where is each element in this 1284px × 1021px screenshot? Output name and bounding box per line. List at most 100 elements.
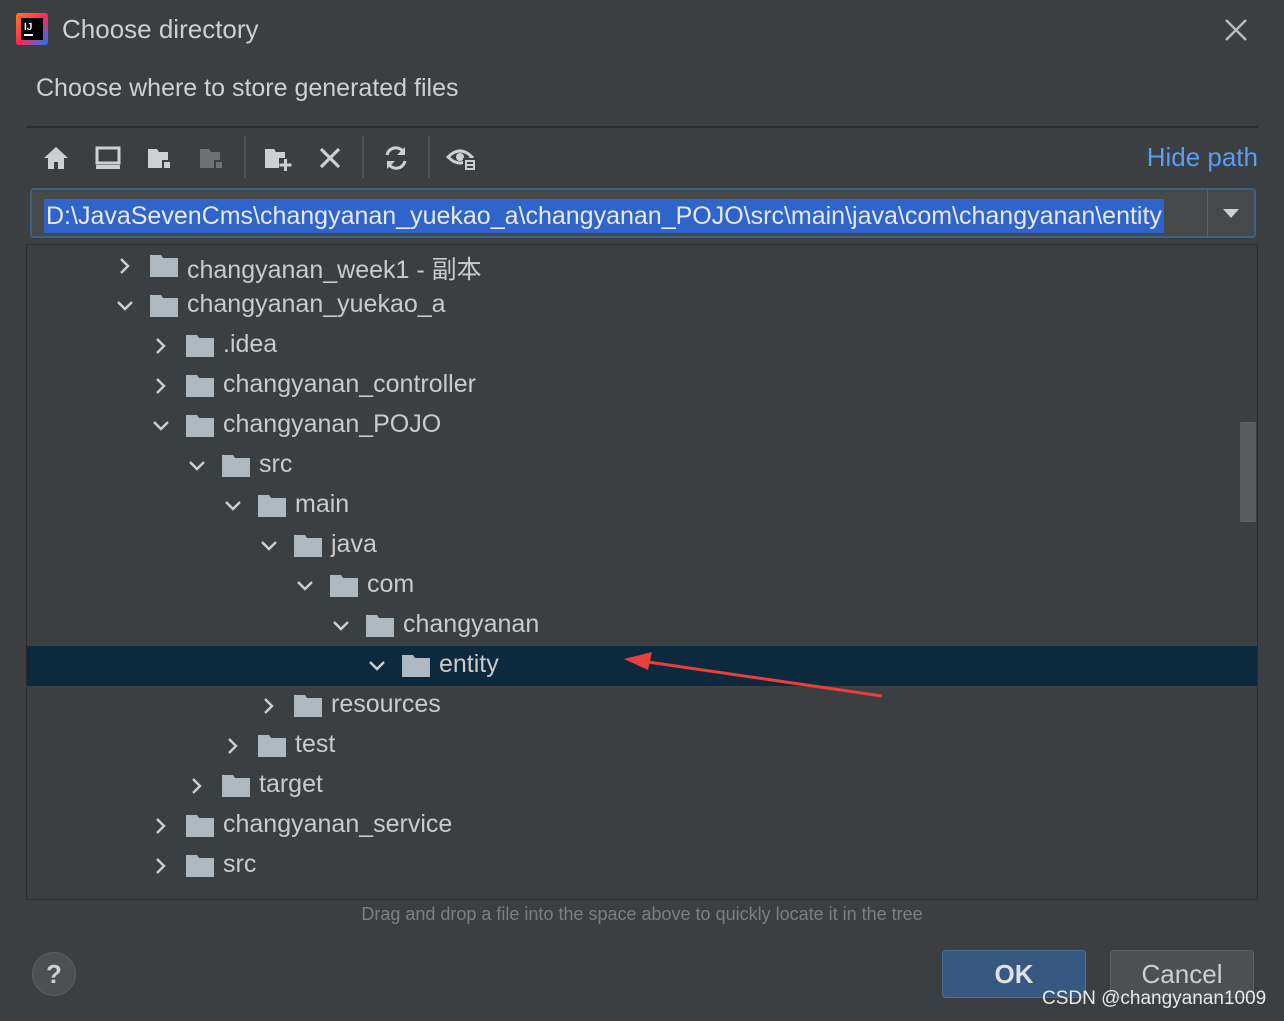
folder-icon (294, 695, 322, 717)
project-folder-button[interactable] (140, 138, 180, 178)
tree-row[interactable]: changyanan (27, 606, 1257, 646)
toolbar: Hide path (26, 132, 1258, 182)
chevron-down-icon[interactable] (331, 616, 351, 636)
hide-path-link[interactable]: Hide path (1147, 142, 1258, 173)
folder-icon (186, 375, 214, 397)
home-icon (44, 147, 68, 169)
drag-drop-hint: Drag and drop a file into the space abov… (361, 904, 923, 924)
chevron-right-icon[interactable] (151, 336, 171, 356)
tree-row-label: src (223, 850, 257, 878)
refresh-icon (385, 146, 407, 170)
tree-row[interactable]: changyanan_service (27, 806, 1257, 846)
tree-row-label: resources (331, 690, 441, 718)
chevron-down-icon[interactable] (223, 496, 243, 516)
delete-button[interactable] (310, 138, 350, 178)
tree-row-label: target (259, 770, 323, 798)
folder-icon (366, 615, 394, 637)
tree-row[interactable]: changyanan_POJO (27, 406, 1257, 446)
chevron-down-icon[interactable] (187, 456, 207, 476)
title-bar: IJ Choose directory (0, 0, 1284, 58)
folder-icon (258, 735, 286, 757)
folder-icon (186, 335, 214, 357)
chevron-down-icon (1223, 209, 1239, 218)
tree-row-label: main (295, 490, 350, 518)
dialog-title: Choose directory (62, 14, 259, 44)
folder-icon (186, 415, 214, 437)
tree-row[interactable]: target (27, 766, 1257, 806)
tree-row[interactable]: main (27, 486, 1257, 526)
tree-row[interactable]: src (27, 846, 1257, 886)
module-folder-icon (200, 149, 224, 170)
home-button[interactable] (36, 138, 76, 178)
chevron-right-icon[interactable] (223, 736, 243, 756)
toolbar-separator (244, 136, 246, 178)
tree-row[interactable]: changyanan_controller (27, 366, 1257, 406)
toolbar-separator (362, 136, 364, 178)
chevron-right-icon[interactable] (115, 256, 135, 276)
tree-row[interactable]: .idea (27, 326, 1257, 366)
folder-icon (330, 575, 358, 597)
folder-icon (258, 495, 286, 517)
tree-row[interactable]: changyanan_week1 - 副本 (27, 246, 1257, 286)
chevron-right-icon[interactable] (259, 696, 279, 716)
chevron-down-icon[interactable] (295, 576, 315, 596)
intellij-app-icon: IJ (16, 13, 48, 45)
chevron-down-icon[interactable] (259, 536, 279, 556)
path-text: D:\JavaSevenCms\changyanan_yuekao_a\chan… (44, 199, 1164, 233)
refresh-button[interactable] (376, 138, 416, 178)
new-folder-button[interactable] (258, 138, 298, 178)
new-folder-icon (265, 149, 292, 171)
folder-icon (222, 775, 250, 797)
path-history-dropdown[interactable] (1207, 190, 1254, 236)
chevron-down-icon[interactable] (115, 296, 135, 316)
show-hidden-button[interactable] (442, 138, 482, 178)
csdn-watermark: CSDN @changyanan1009 (1042, 988, 1267, 1009)
folder-icon (294, 535, 322, 557)
desktop-button[interactable] (88, 138, 128, 178)
folder-icon (402, 655, 430, 677)
chevron-down-icon[interactable] (151, 416, 171, 436)
tree-row[interactable]: resources (27, 686, 1257, 726)
choose-directory-dialog: IJ Choose directory Choose where to stor… (0, 0, 1284, 1021)
tree-row-label: changyanan_week1 - 副本 (187, 256, 482, 284)
dialog-description: Choose where to store generated files (36, 74, 459, 102)
close-icon[interactable] (1218, 12, 1254, 48)
tree-row-label: .idea (223, 330, 278, 358)
folder-icon (222, 455, 250, 477)
svg-text:IJ: IJ (24, 22, 32, 33)
folder-icon (186, 815, 214, 837)
tree-row-label: entity (439, 650, 499, 678)
path-combobox[interactable]: D:\JavaSevenCms\changyanan_yuekao_a\chan… (30, 188, 1256, 238)
desktop-icon (95, 146, 121, 169)
folder-icon (150, 295, 178, 317)
tree-row-label: changyanan_service (223, 810, 453, 838)
chevron-right-icon[interactable] (151, 376, 171, 396)
tree-row[interactable]: entity (27, 646, 1257, 686)
divider (26, 126, 1258, 128)
tree-row-label: changyanan_controller (223, 370, 476, 398)
chevron-right-icon[interactable] (151, 856, 171, 876)
path-input[interactable]: D:\JavaSevenCms\changyanan_yuekao_a\chan… (36, 194, 1204, 233)
tree-scrollbar-thumb[interactable] (1240, 422, 1256, 522)
tree-row[interactable]: com (27, 566, 1257, 606)
tree-row-label: changyanan_yuekao_a (187, 290, 446, 318)
folder-icon (186, 855, 214, 877)
chevron-right-icon[interactable] (187, 776, 207, 796)
chevron-right-icon[interactable] (151, 816, 171, 836)
tree-row-label: com (367, 570, 415, 598)
show-hidden-icon (446, 149, 477, 172)
toolbar-separator (428, 136, 430, 178)
module-folder-button[interactable] (192, 138, 232, 178)
tree-row[interactable]: changyanan_yuekao_a (27, 286, 1257, 326)
tree-row[interactable]: src (27, 446, 1257, 486)
directory-tree[interactable]: changyanan_week1 - 副本 changyanan_yuekao_a… (26, 244, 1258, 900)
tree-row[interactable]: test (27, 726, 1257, 766)
tree-row-label: test (295, 730, 336, 758)
chevron-down-icon[interactable] (367, 656, 387, 676)
delete-icon (319, 147, 341, 169)
project-folder-icon (148, 149, 172, 170)
tree-row[interactable]: java (27, 526, 1257, 566)
help-button[interactable]: ? (32, 952, 76, 996)
tree-row-label: changyanan (403, 610, 540, 638)
tree-row-label: changyanan_POJO (223, 410, 442, 438)
